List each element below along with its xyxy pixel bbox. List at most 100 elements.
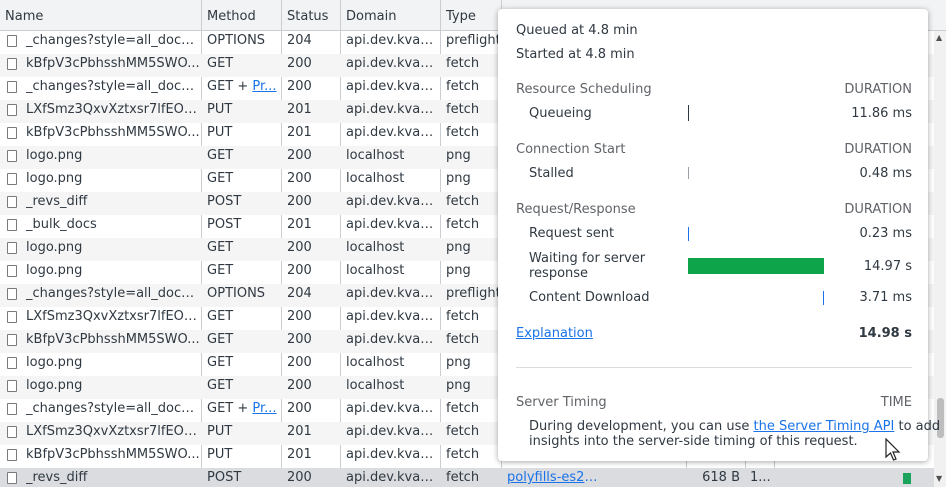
cell-domain: api.dev.kvad... [346, 332, 440, 347]
cell-status: 200 [287, 148, 312, 163]
request-name[interactable]: logo.png [26, 238, 200, 261]
content-download-value: 3.71 ms [859, 290, 912, 305]
server-timing-note-text: to add [894, 419, 941, 434]
request-sent-label: Request sent [529, 226, 615, 241]
cell-method: GET [207, 56, 234, 71]
request-name[interactable]: _changes?style=all_docs&... [26, 77, 200, 100]
cell-type: fetch [446, 217, 480, 232]
request-name[interactable]: logo.png [26, 353, 200, 376]
cell-type: preflight [446, 33, 501, 48]
stalled-value: 0.48 ms [859, 166, 912, 181]
waterfall-bar[interactable] [903, 473, 911, 484]
waiting-value: 14.97 s [863, 259, 912, 274]
waiting-label: Waiting for server response [529, 251, 645, 281]
duration-header: DURATION [844, 202, 912, 217]
method-text: GET + [207, 401, 253, 416]
cell-method: GET [207, 263, 234, 278]
file-icon [7, 58, 17, 70]
cell-type: fetch [446, 309, 480, 324]
cell-domain: api.dev.kvad... [346, 194, 440, 209]
cell-method: PUT [207, 424, 233, 439]
file-icon [7, 357, 17, 369]
request-name[interactable]: _revs_diff [26, 192, 200, 215]
request-name[interactable]: _bulk_docs [26, 215, 200, 238]
file-icon [7, 334, 17, 346]
request-name[interactable]: _revs_diff [26, 468, 200, 487]
column-header-type[interactable]: Type [441, 0, 501, 31]
cell-type: png [446, 355, 471, 370]
file-icon [7, 242, 17, 254]
cell-status: 200 [287, 79, 312, 94]
column-header-method[interactable]: Method [202, 0, 282, 31]
stalled-label: Stalled [529, 166, 574, 181]
cell-status: 200 [287, 470, 312, 485]
cell-domain: api.dev.kvad... [346, 102, 440, 117]
request-name[interactable]: LXfSmz3QxvXztxsr7lfEOQ... [26, 422, 200, 445]
request-name[interactable]: _changes?style=all_docs&... [26, 284, 200, 307]
cell-method: GET [207, 148, 234, 163]
cell-type: png [446, 263, 471, 278]
request-name[interactable]: logo.png [26, 169, 200, 192]
cell-status: 200 [287, 378, 312, 393]
cell-domain: localhost [346, 355, 405, 370]
cell-status: 200 [287, 240, 312, 255]
file-icon [7, 472, 17, 484]
preflight-link[interactable]: Pr... [252, 401, 276, 416]
request-name[interactable]: kBfpV3cPbhsshMM5SWO... [26, 445, 200, 468]
cell-type: png [446, 378, 471, 393]
request-name[interactable]: kBfpV3cPbhsshMM5SWO... [26, 123, 200, 146]
column-header-domain[interactable]: Domain [341, 0, 441, 31]
cell-domain: localhost [346, 240, 405, 255]
cell-type: fetch [446, 424, 480, 439]
cell-domain: api.dev.kvad... [346, 217, 440, 232]
file-icon [7, 127, 17, 139]
file-icon [7, 219, 17, 231]
request-name[interactable]: logo.png [26, 146, 200, 169]
cell-domain: api.dev.kvad... [346, 286, 440, 301]
file-icon [7, 426, 17, 438]
cell-type: fetch [446, 470, 480, 485]
section-divider [516, 367, 912, 368]
cell-initiator[interactable]: polyfills-es20... [502, 468, 602, 487]
queueing-value: 11.86 ms [851, 106, 912, 121]
mouse-cursor-icon [885, 438, 901, 461]
request-name[interactable]: kBfpV3cPbhsshMM5SWO... [26, 330, 200, 353]
cell-status: 201 [287, 125, 312, 140]
column-header-status[interactable]: Status [282, 0, 341, 31]
scroll-down-arrow-icon[interactable]: ▼ [936, 474, 942, 483]
cell-type: fetch [446, 447, 480, 462]
server-timing-note-line2: insights into the server-side timing of … [529, 434, 858, 449]
cell-method: GET + Pr... [202, 77, 281, 100]
cell-status: 200 [287, 355, 312, 370]
file-icon [7, 150, 17, 162]
preflight-link[interactable]: Pr... [252, 79, 276, 94]
column-header-name[interactable]: Name [0, 0, 202, 31]
cell-domain: localhost [346, 263, 405, 278]
queueing-label: Queueing [529, 106, 592, 121]
request-name[interactable]: _changes?style=all_docs&... [26, 31, 200, 54]
cell-status: 201 [287, 424, 312, 439]
request-name[interactable]: LXfSmz3QxvXztxsr7lfEOQ... [26, 100, 200, 123]
request-name[interactable]: _changes?style=all_docs&... [26, 399, 200, 422]
cell-method: OPTIONS [207, 33, 266, 48]
file-icon [7, 173, 17, 185]
cell-domain: api.dev.kvad... [346, 56, 440, 71]
file-icon [7, 288, 17, 300]
request-name[interactable]: logo.png [26, 261, 200, 284]
request-name[interactable]: logo.png [26, 376, 200, 399]
cell-method: GET [207, 355, 234, 370]
cell-type: fetch [446, 125, 480, 140]
cell-type: png [446, 148, 471, 163]
started-at: Started at 4.8 min [516, 47, 635, 62]
file-icon [7, 104, 17, 116]
scroll-up-arrow-icon[interactable]: ▲ [936, 33, 942, 42]
cell-domain: api.dev.kvad... [346, 424, 440, 439]
request-name[interactable]: kBfpV3cPbhsshMM5SWO... [26, 54, 200, 77]
resource-scheduling-heading: Resource Scheduling [516, 82, 652, 97]
cell-type: fetch [446, 79, 480, 94]
server-timing-api-link[interactable]: the Server Timing API [754, 419, 895, 434]
explanation-link[interactable]: Explanation [516, 326, 593, 341]
table-row[interactable]: _revs_diff POST 200 api.dev.kvad... fetch pol… [0, 468, 946, 487]
request-name[interactable]: LXfSmz3QxvXztxsr7lfEOQ... [26, 307, 200, 330]
queued-at: Queued at 4.8 min [516, 23, 638, 38]
